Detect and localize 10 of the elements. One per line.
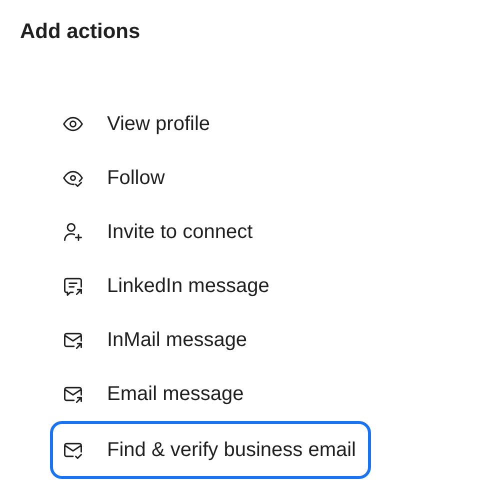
action-item[interactable]: LinkedIn message [50, 259, 282, 313]
person-plus-icon [62, 221, 84, 243]
action-item[interactable]: Find & verify business email [50, 421, 371, 479]
chat-arrow-icon [62, 275, 84, 297]
panel-title: Add actions [20, 19, 142, 45]
action-item[interactable]: View profile [50, 97, 222, 151]
action-item[interactable]: InMail message [50, 313, 260, 367]
action-item[interactable]: Follow [50, 151, 177, 205]
action-item[interactable]: Invite to connect [50, 205, 265, 259]
action-item[interactable]: Email message [50, 367, 256, 421]
